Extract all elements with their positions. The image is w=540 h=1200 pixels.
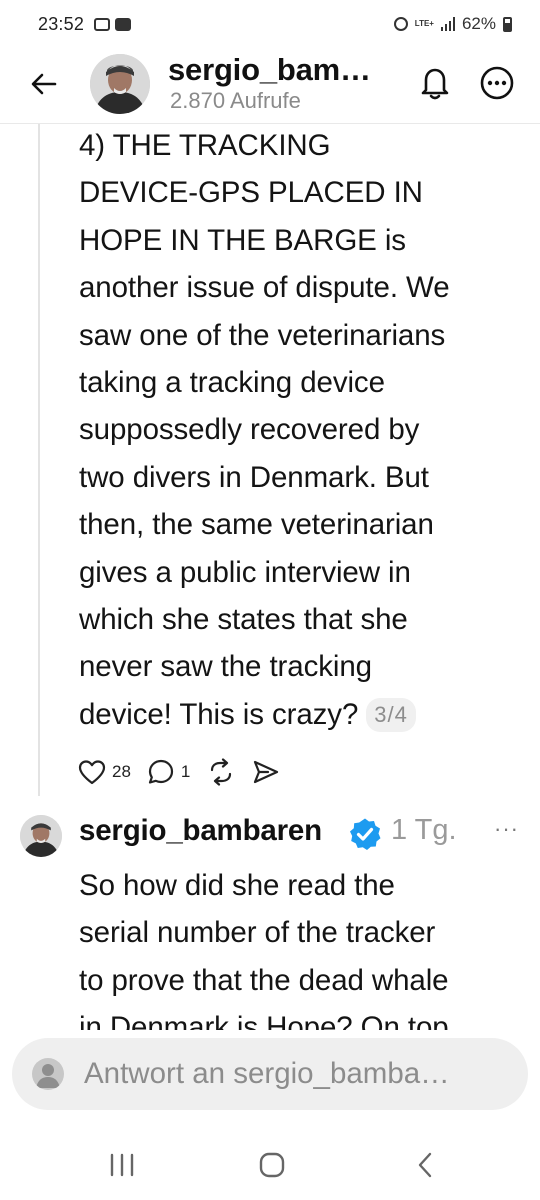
post-text-line: So how did she read the — [79, 869, 395, 902]
post-text-line: never saw the tracking — [79, 650, 372, 684]
signal-icon — [440, 17, 455, 31]
recent-apps-icon — [110, 1153, 134, 1177]
like-button[interactable]: 28 — [78, 759, 131, 785]
reply-count: 1 — [180, 762, 191, 781]
repost-icon — [211, 758, 232, 786]
like-count: 28 — [112, 762, 131, 781]
reply-input[interactable]: Antwort an sergio_bamba… — [12, 1038, 528, 1110]
user-placeholder-icon — [32, 1058, 64, 1090]
bell-icon — [421, 68, 449, 100]
post-text-line: saw one of the veterinarians — [79, 318, 446, 352]
post-text-line: another issue of dispute. We — [79, 271, 450, 305]
thread-connector-line — [38, 124, 40, 796]
share-button[interactable] — [252, 759, 280, 785]
post-text-line: two divers in Denmark. But — [79, 460, 429, 494]
post-text-line: gives a public interview in — [79, 555, 411, 589]
home-button[interactable] — [252, 1150, 292, 1180]
status-system-icons: LTE+ 62% — [393, 14, 512, 34]
post-more-button[interactable]: ··· — [494, 816, 519, 842]
post-text-line: DEVICE-GPS PLACED IN — [79, 176, 423, 210]
post-text-line: to prove that the dead whale — [79, 963, 449, 997]
battery-icon — [503, 16, 512, 32]
heart-icon — [78, 760, 106, 785]
home-icon — [259, 1152, 285, 1178]
status-notification-icons — [94, 17, 132, 31]
post-text-line: which she states that she — [79, 603, 408, 637]
post-body[interactable]: So how did she read the serial number of… — [79, 862, 519, 1040]
post-text-line-content: device! This is crazy? — [79, 697, 359, 731]
alarm-icon — [393, 17, 408, 31]
reply-button[interactable]: 1 — [147, 758, 190, 786]
status-bar: 23:52 LTE+ 62% — [0, 0, 540, 48]
repost-button[interactable] — [206, 758, 236, 786]
notifications-button[interactable] — [418, 64, 452, 102]
arrow-left-icon — [31, 73, 57, 95]
post-text-line: 4) THE TRACKING — [79, 129, 331, 162]
avatar-image — [90, 54, 150, 114]
page-indicator-badge: 3/4 — [366, 697, 416, 732]
verified-badge-icon — [350, 818, 381, 850]
header-username[interactable]: sergio_bam… — [168, 52, 371, 88]
status-time: 23:52 — [38, 13, 85, 34]
send-icon — [254, 760, 279, 784]
back-nav-button[interactable] — [406, 1150, 446, 1180]
comment-icon — [148, 759, 174, 784]
post-body[interactable]: 4) THE TRACKING DEVICE-GPS PLACED IN HOP… — [79, 122, 519, 738]
recent-apps-button[interactable] — [102, 1150, 142, 1180]
avatar-image — [20, 815, 62, 857]
post-text-line: then, the same veterinarian — [79, 508, 434, 542]
post-text-line: suppossedly recovered by — [79, 413, 420, 447]
post-actions: 28 1 — [78, 756, 296, 788]
back-button[interactable] — [26, 66, 62, 102]
message-icon — [115, 17, 132, 31]
reply-placeholder: Antwort an sergio_bamba… — [84, 1057, 450, 1090]
header-views: 2.870 Aufrufe — [170, 88, 301, 113]
post-author-name[interactable]: sergio_bambaren — [79, 814, 322, 848]
thread-header: sergio_bam… 2.870 Aufrufe — [0, 48, 540, 124]
chevron-left-icon — [418, 1152, 432, 1178]
battery-percent: 62% — [461, 14, 496, 33]
post-text-line: HOPE IN THE BARGE is — [79, 223, 406, 257]
lte-icon: LTE+ — [414, 19, 434, 28]
gallery-icon — [94, 17, 111, 31]
post-text-line: serial number of the tracker — [79, 916, 436, 950]
post-timestamp: 1 Tg. — [391, 814, 457, 846]
avatar[interactable] — [20, 815, 62, 857]
more-horizontal-icon — [480, 66, 514, 100]
post-text-line: taking a tracking device — [79, 366, 385, 400]
more-options-button[interactable] — [480, 66, 514, 100]
avatar[interactable] — [90, 54, 150, 114]
system-navigation-bar — [0, 1128, 540, 1200]
post-text-line: device! This is crazy? 3/4 — [79, 691, 519, 738]
